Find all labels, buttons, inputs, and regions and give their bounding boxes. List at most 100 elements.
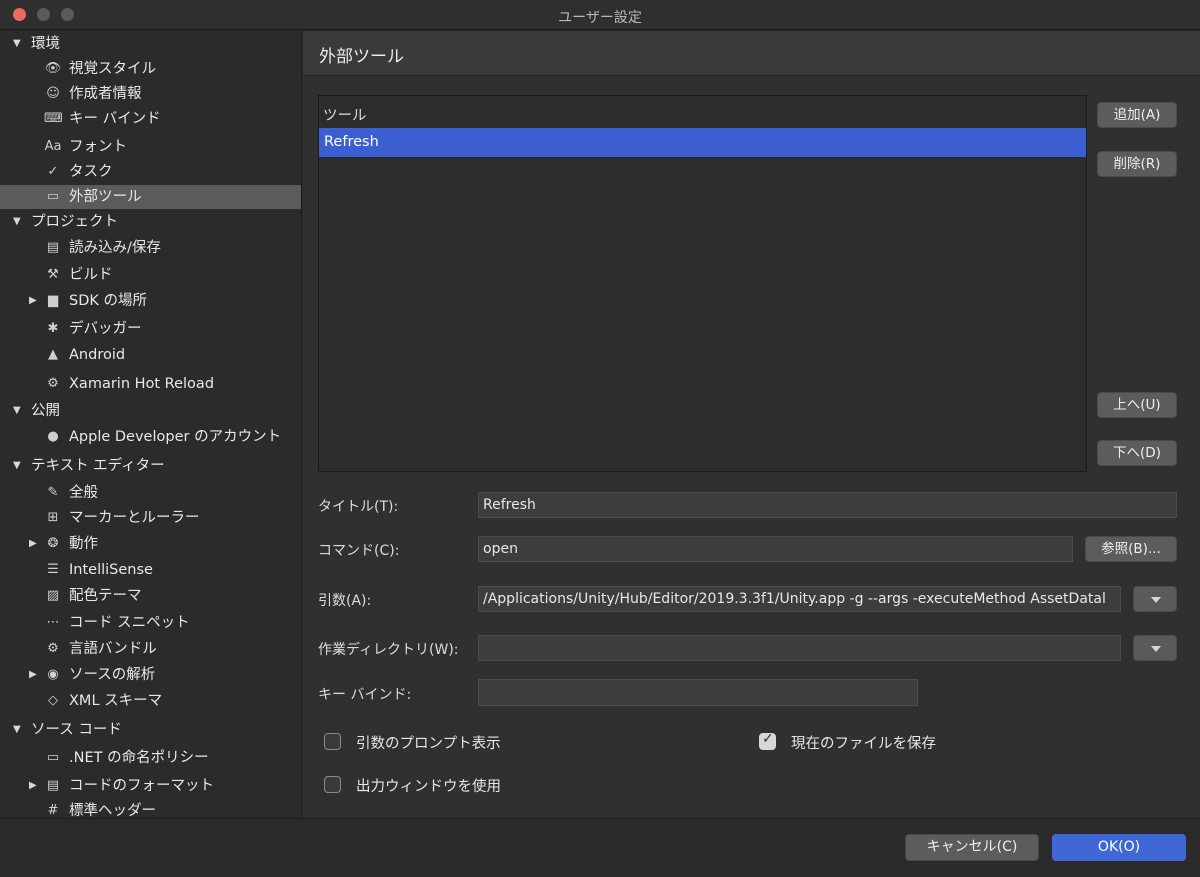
bug-icon: ✱ [47,321,59,336]
use-output-window-checkbox[interactable] [324,776,341,793]
sidebar-item[interactable]: ⌨ キー バインド [0,107,301,131]
expand-arrow-icon[interactable]: ▼ [13,718,21,742]
sidebar-item[interactable]: ▭ .NET の命名ポリシー [0,746,301,770]
arguments-dropdown-button[interactable] [1133,586,1177,612]
sidebar-item[interactable]: ▨ 配色テーマ [0,584,301,608]
sidebar-item[interactable]: 👁 視覚スタイル [0,57,301,81]
eye-icon: 👁 [44,61,62,76]
collapse-arrow-icon[interactable]: ▶ [29,532,37,556]
sidebar-item-label: デバッガー [69,321,142,337]
working-directory-field[interactable] [478,635,1121,661]
ruler-icon: ⊞ [47,510,59,525]
move-down-button[interactable]: 下へ(D) [1097,440,1177,466]
sidebar-item-label: SDK の場所 [69,293,147,309]
remove-tool-button[interactable]: 削除(R) [1097,151,1177,177]
save-current-file-checkbox[interactable] [759,731,776,750]
collapse-arrow-icon[interactable]: ▶ [29,289,37,313]
sidebar-item-label: 視覚スタイル [69,61,156,77]
tool-list-item[interactable]: Refresh [319,128,1086,157]
sidebar-item-label: プロジェクト [31,214,118,230]
sidebar-item-label: ビルド [69,267,113,283]
sidebar-item[interactable]: ⚙ 言語バンドル [0,637,301,661]
sidebar-item-label: IntelliSense [69,562,153,578]
sidebar-item-label: Android [69,347,126,363]
list-icon: ☰ [47,562,59,577]
tool-list[interactable]: ツール Refresh [318,95,1087,472]
target-icon: ◉ [47,667,59,682]
browse-button[interactable]: 参照(B)... [1085,536,1177,562]
save-current-file-label: 現在のファイルを保存 [791,736,936,752]
sidebar-item[interactable]: ▤ 読み込み/保存 [0,236,301,260]
sidebar-item-label: Apple Developer のアカウント [69,429,282,445]
sidebar-item[interactable]: ▼ テキスト エディター [0,454,301,478]
title-bar: ユーザー設定 [0,0,1200,30]
panel-title: 外部ツール [319,47,404,67]
working-directory-dropdown-button[interactable] [1133,635,1177,661]
collapse-arrow-icon[interactable]: ▶ [29,663,37,687]
sidebar-item[interactable]: ▼ 公開 [0,399,301,423]
sidebar-item[interactable]: ☰ IntelliSense [0,558,301,582]
sidebar-item-label: 公開 [31,403,60,419]
sidebar-item[interactable]: Aa フォント [0,135,301,159]
command-field[interactable]: open [478,536,1073,562]
sidebar-item[interactable]: ▼ プロジェクト [0,210,301,234]
prompt-arguments-checkbox[interactable] [324,733,341,750]
sidebar-item[interactable]: ⋯ コード スニペット [0,611,301,635]
hash-icon: # [47,803,59,818]
sidebar-item[interactable]: ▼ 環境 [0,32,301,56]
collapse-arrow-icon[interactable]: ▶ [29,774,37,798]
settings-sidebar: ▼ 環境 👁 視覚スタイル ☺ 作成者情報 ⌨ キー バインド Aa フォント ✓ タスク ▭ 外部ツール… [0,31,302,818]
sidebar-item[interactable]: ▭ 外部ツール [0,185,301,209]
edit-icon: ✎ [47,485,59,500]
sidebar-item[interactable]: ▶ ❂ 動作 [0,532,301,556]
key-binding-label: キー バインド: [318,687,412,703]
title-field[interactable]: Refresh [478,492,1177,518]
expand-arrow-icon[interactable]: ▼ [13,454,21,478]
naming-icon: ▭ [46,750,60,765]
palette-icon: ▨ [46,588,60,603]
sidebar-item[interactable]: ◇ XML スキーマ [0,689,301,713]
sidebar-item[interactable]: ☺ 作成者情報 [0,82,301,106]
sidebar-item-label: コード スニペット [69,615,190,631]
sidebar-item[interactable]: ▲ Android [0,343,301,367]
expand-arrow-icon[interactable]: ▼ [13,399,21,423]
sidebar-item-label: Xamarin Hot Reload [69,376,215,392]
sidebar-item-label: 配色テーマ [69,588,142,604]
sidebar-item-label: キー バインド [69,111,161,127]
font-icon: Aa [44,139,62,154]
sidebar-item[interactable]: ▶ ▤ コードのフォーマット [0,774,301,798]
sidebar-item[interactable]: ✓ タスク [0,160,301,184]
sidebar-item[interactable]: ✱ デバッガー [0,317,301,341]
brain-icon: ❂ [47,536,59,551]
sidebar-item[interactable]: ✎ 全般 [0,481,301,505]
sidebar-item-label: 作成者情報 [69,86,142,102]
sidebar-item-label: タスク [69,164,113,180]
tool-list-item-label: Refresh [324,134,379,150]
sidebar-item[interactable]: # 標準ヘッダー [0,799,301,818]
move-up-button[interactable]: 上へ(U) [1097,392,1177,418]
sidebar-item[interactable]: ▶ ◉ ソースの解析 [0,663,301,687]
sidebar-item[interactable]: ⊞ マーカーとルーラー [0,506,301,530]
format-icon: ▤ [46,778,60,793]
sidebar-item[interactable]: ▶ ▆ SDK の場所 [0,289,301,313]
key-binding-field[interactable] [478,679,918,706]
expand-arrow-icon[interactable]: ▼ [13,32,21,56]
sidebar-item[interactable]: ● Apple Developer のアカウント [0,425,301,449]
add-tool-button[interactable]: 追加(A) [1097,102,1177,128]
disk-icon: ▤ [46,240,60,255]
sidebar-item-label: 標準ヘッダー [69,803,156,818]
sidebar-item-label: フォント [69,139,127,155]
sidebar-item[interactable]: ▼ ソース コード [0,718,301,742]
key-binding-icon: ⌨ [44,111,63,126]
sidebar-item[interactable]: ⚙ Xamarin Hot Reload [0,372,301,396]
sidebar-item-label: XML スキーマ [69,693,163,709]
arguments-field[interactable]: /Applications/Unity/Hub/Editor/2019.3.3f… [478,586,1121,612]
ok-button[interactable]: OK(O) [1052,834,1186,861]
expand-arrow-icon[interactable]: ▼ [13,210,21,234]
sidebar-item[interactable]: ⚒ ビルド [0,263,301,287]
cancel-button[interactable]: キャンセル(C) [905,834,1039,861]
prompt-arguments-label: 引数のプロンプト表示 [356,736,501,752]
smiley-icon: ☺ [46,86,60,101]
tool-list-header: ツール [323,108,367,124]
sidebar-item-label: 動作 [69,536,98,552]
